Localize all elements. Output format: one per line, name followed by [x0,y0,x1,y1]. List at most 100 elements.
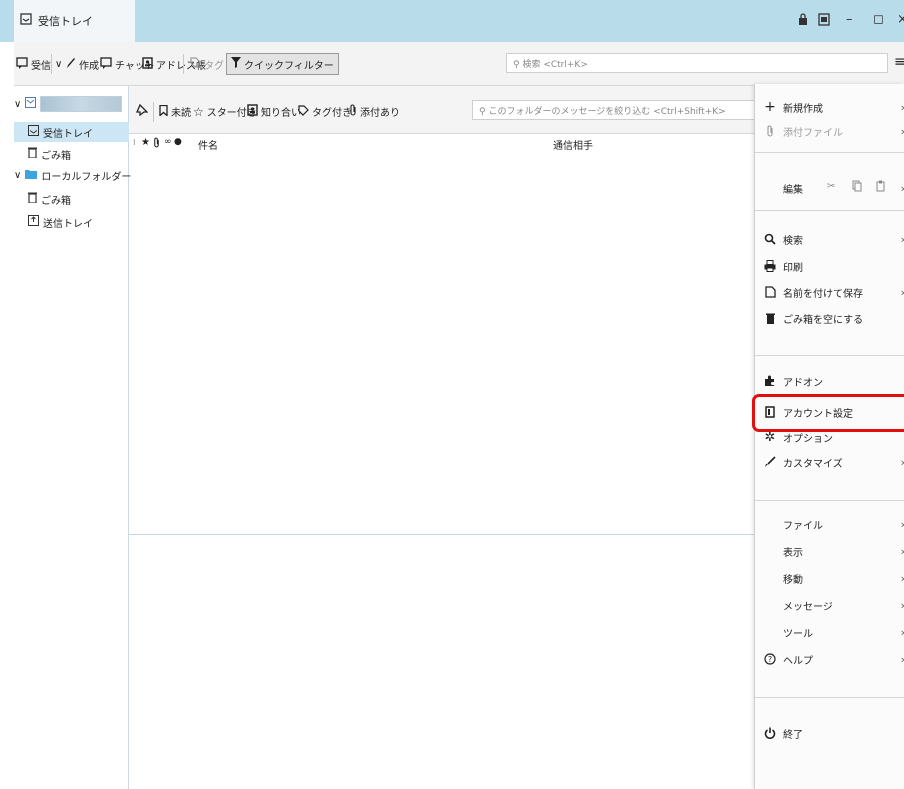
menu-item-empty-trash[interactable]: ごみ箱を空にする [755,306,904,330]
junk-column-icon[interactable]: ● [174,137,182,147]
account-name-redacted [40,96,123,112]
menu-item-go-label: 移動 [783,574,803,586]
menu-item-file-label: ファイル [783,520,823,532]
quick-filter-bar: 未読 ☆ スター付き 知り合い タグ付き 添付あり ⚲ このフォルダーのメッセー… [129,86,757,134]
chevron-right-icon: › [901,456,904,469]
chat-icon [100,56,112,72]
menu-item-addons-label: アドオン [783,377,823,389]
correspondent-column-header[interactable]: 通信相手 [553,137,593,152]
tagged-filter[interactable]: タグ付き [298,104,352,119]
menu-item-quit-label: 終了 [783,729,803,741]
chevron-right-icon: › [901,286,904,299]
local-folders-row[interactable]: ∨ ローカルフォルダー [14,165,131,185]
hamburger-menu-icon[interactable]: ≡ [894,54,904,70]
subject-column-header[interactable]: 件名 [198,137,218,152]
menu-item-attachments[interactable]: 添付ファイル › [755,119,904,143]
get-messages-button[interactable]: 受信 [16,56,51,72]
close-icon[interactable]: × [897,12,904,27]
quick-filter-label: クイックフィルター [244,60,334,72]
chevron-right-icon: › [901,233,904,246]
menu-item-edit-label: 編集 [783,184,803,196]
inbox-icon [28,125,39,139]
thread-column-header: ⁝ ★ ∞ ● 件名 通信相手 [129,134,754,154]
tab-inbox[interactable]: 受信トレイ [14,0,136,42]
chevron-right-icon: › [901,101,904,114]
calendar-icon[interactable] [818,12,830,29]
quick-filter-button[interactable]: クイックフィルター [226,53,339,75]
sticky-filter-toggle[interactable] [136,103,149,119]
paperclip-icon [763,125,777,137]
main-toolbar: 受信 ∨ 作成 チャット アドレス帳 タグ ∨ クイックフィルター ⚲ 検索 <… [14,42,904,86]
menu-item-tools[interactable]: ツール › [755,620,904,644]
search-icon: ⚲ [479,107,486,117]
menu-item-view-label: 表示 [783,547,803,559]
folder-outbox[interactable]: 送信トレイ [14,212,129,232]
power-icon [763,727,777,739]
folder-outbox-label: 送信トレイ [43,218,93,230]
star-column-icon[interactable]: ★ [141,137,150,148]
folder-trash[interactable]: ごみ箱 [14,144,129,164]
cut-icon[interactable]: ✂ [827,181,835,192]
get-messages-dropdown[interactable]: ∨ [55,56,62,72]
global-search-input[interactable]: ⚲ 検索 <Ctrl+K> [506,53,888,73]
chevron-right-icon: › [901,182,904,195]
toolbar-divider [183,54,184,74]
chevron-right-icon: › [901,518,904,531]
lock-icon[interactable] [798,13,808,29]
trash-icon [763,313,777,324]
menu-item-view[interactable]: 表示 › [755,539,904,563]
puzzle-icon [763,375,777,387]
chevron-down-icon: ∨ [55,58,63,70]
unread-filter[interactable]: 未読 [159,104,191,119]
account-row[interactable]: ∨ [14,94,129,114]
contacts-filter[interactable]: 知り合い [247,104,301,119]
menu-item-save-as[interactable]: 名前を付けて保存 › [755,280,904,304]
trash-icon [28,147,37,161]
menu-item-customize[interactable]: カスタマイズ › [755,450,904,474]
folder-local-trash[interactable]: ごみ箱 [14,189,129,209]
folder-trash-label: ごみ箱 [41,150,71,162]
help-icon: ? [763,653,777,665]
thread-column-icon[interactable]: ⁝ [133,138,136,147]
folder-inbox[interactable]: 受信トレイ [14,122,129,142]
menu-item-customize-label: カスタマイズ [783,458,843,470]
brush-icon [763,456,777,468]
tab-label: 受信トレイ [38,15,93,28]
menu-item-help[interactable]: ? ヘルプ › [755,647,904,671]
chevron-right-icon: › [901,626,904,639]
menu-divider [755,355,904,356]
printer-icon [763,260,777,272]
read-column-icon[interactable]: ∞ [164,137,172,147]
get-messages-label: 受信 [31,60,51,72]
menu-item-go[interactable]: 移動 › [755,566,904,590]
menu-item-print[interactable]: 印刷 [755,254,904,278]
maximize-button[interactable]: ◻ [873,12,884,27]
write-label: 作成 [79,60,99,72]
menu-divider [755,500,904,501]
chevron-right-icon: › [901,572,904,585]
download-icon [16,56,28,72]
attachment-filter[interactable]: 添付あり [349,104,400,119]
message-pane-splitter[interactable] [129,534,754,535]
copy-icon[interactable] [852,180,862,195]
menu-item-new[interactable]: + 新規作成 › [755,95,904,119]
menu-item-addons[interactable]: アドオン [755,369,904,393]
menu-item-quit[interactable]: 終了 [755,721,904,745]
attachment-column-icon[interactable] [153,137,160,151]
menu-divider [755,210,904,211]
write-button[interactable]: 作成 [66,56,99,72]
menu-item-file[interactable]: ファイル › [755,512,904,536]
menu-item-find[interactable]: 検索 › [755,227,904,251]
folder-filter-search-input[interactable]: ⚲ このフォルダーのメッセージを絞り込む <Ctrl+Shift+K> [472,100,757,120]
contact-card-icon [247,104,258,119]
filter-icon [231,57,241,71]
menu-item-empty-trash-label: ごみ箱を空にする [783,314,864,326]
menu-item-message[interactable]: メッセージ › [755,593,904,617]
mail-account-icon [25,97,37,111]
filter-divider [153,102,154,122]
minimize-button[interactable]: – [846,12,853,27]
menu-item-tools-label: ツール [783,628,813,640]
outbox-icon [28,215,39,229]
paste-icon[interactable] [876,180,885,195]
folder-local-trash-label: ごみ箱 [41,195,71,207]
